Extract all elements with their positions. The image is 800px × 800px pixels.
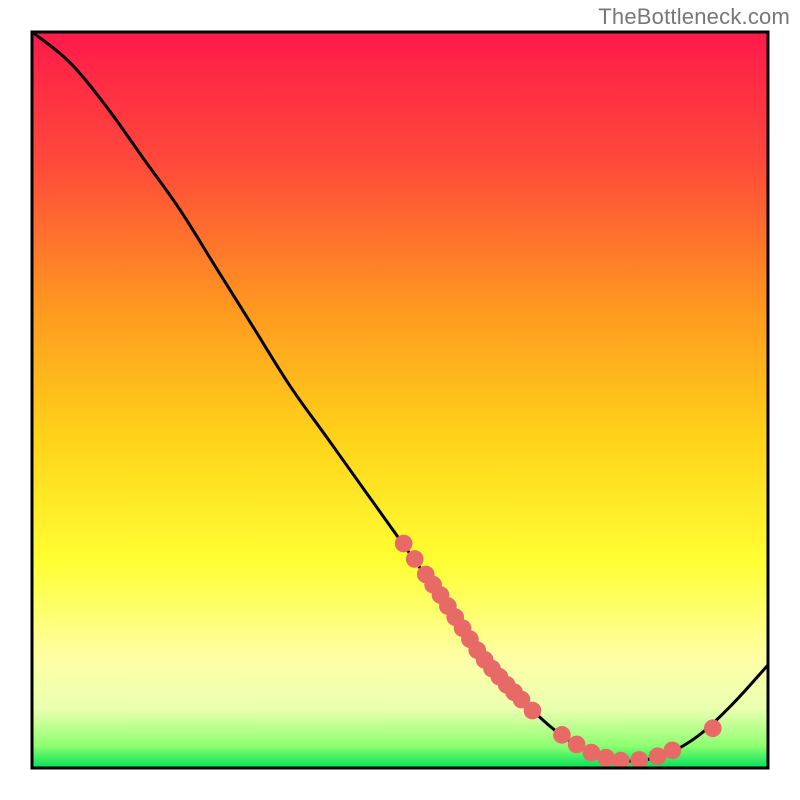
- bottleneck-chart: [0, 0, 800, 800]
- highlight-dot: [553, 726, 571, 744]
- chart-container: TheBottleneck.com: [0, 0, 800, 800]
- plot-area: [32, 32, 768, 769]
- highlight-dot: [406, 550, 424, 568]
- highlight-dot: [663, 742, 681, 760]
- highlight-dot: [630, 751, 648, 769]
- highlight-dot: [704, 719, 722, 737]
- highlight-dot: [597, 749, 615, 767]
- highlight-dot: [524, 702, 542, 720]
- plot-background: [32, 32, 768, 768]
- attribution-text: TheBottleneck.com: [598, 4, 790, 30]
- highlight-dot: [395, 535, 413, 553]
